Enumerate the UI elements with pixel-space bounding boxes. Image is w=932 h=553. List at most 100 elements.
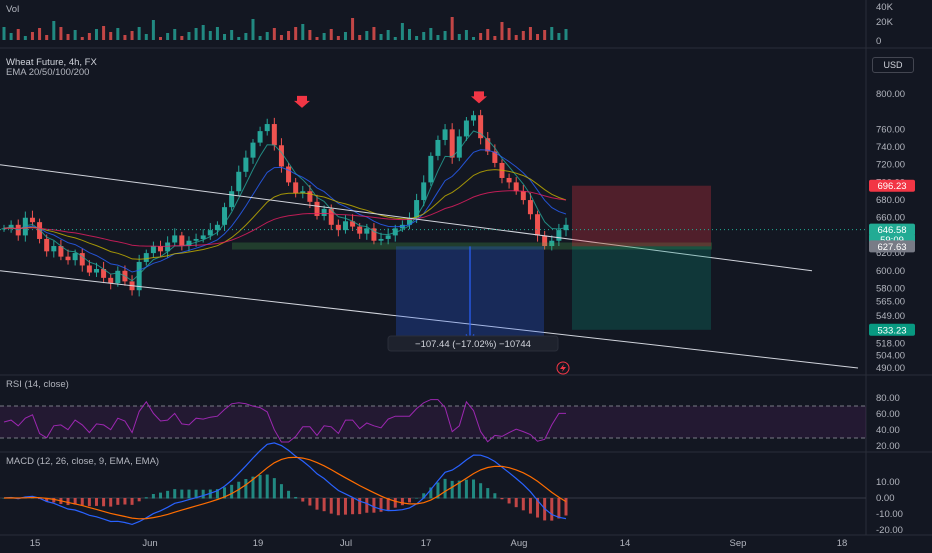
- volume-bar: [66, 34, 70, 40]
- macd-hist-bar: [94, 498, 98, 506]
- volume-bar: [415, 36, 419, 40]
- volume-bar: [52, 21, 56, 40]
- candle-body: [357, 226, 363, 234]
- volume-bar: [23, 36, 27, 40]
- measure-label: −107.44 (−17.02%) −10744: [415, 339, 531, 350]
- candle-body: [200, 235, 206, 239]
- volume-bar: [123, 35, 127, 40]
- macd-hist-bar: [230, 484, 234, 499]
- rsi-tick: 60.00: [876, 409, 900, 420]
- time-axis-label: 18: [837, 538, 848, 549]
- volume-bar: [486, 29, 490, 40]
- time-axis-label: Aug: [511, 538, 528, 549]
- volume-bar: [38, 28, 42, 40]
- price-tick: 580.00: [876, 283, 905, 294]
- candle-body: [435, 139, 441, 156]
- candle-body: [229, 191, 235, 208]
- volume-bar: [507, 28, 511, 40]
- currency-selector[interactable]: USD: [872, 57, 914, 73]
- volume-bar: [393, 37, 397, 40]
- candle-body: [44, 238, 50, 252]
- volume-bar: [166, 33, 170, 40]
- volume-bar: [159, 37, 163, 40]
- macd-hist-bar: [301, 498, 305, 502]
- macd-tick: -20.00: [876, 525, 903, 536]
- volume-bar: [208, 31, 212, 40]
- volume-bar: [187, 32, 191, 40]
- volume-label: Vol: [6, 4, 20, 15]
- volume-bar: [550, 27, 554, 40]
- volume-bar: [244, 33, 248, 40]
- candle-body: [214, 224, 220, 231]
- candle-body: [321, 208, 327, 216]
- volume-bar: [386, 30, 390, 40]
- rsi-tick: 80.00: [876, 393, 900, 404]
- volume-bar: [237, 37, 241, 40]
- volume-bar: [144, 34, 148, 40]
- candle-body: [86, 265, 92, 273]
- candle-body: [264, 124, 270, 132]
- volume-tick: 20K: [876, 17, 894, 28]
- volume-bar: [265, 32, 269, 40]
- macd-hist-bar: [521, 498, 525, 511]
- candle-body: [193, 238, 199, 241]
- macd-hist-bar: [472, 479, 476, 499]
- volume-bar: [2, 27, 6, 40]
- macd-hist-bar: [180, 489, 184, 499]
- volume-bar: [336, 36, 340, 40]
- price-tick: 680.00: [876, 195, 905, 206]
- volume-bar: [30, 32, 34, 40]
- volume-bar: [130, 31, 134, 40]
- price-tick: 504.00: [876, 351, 905, 362]
- candle-body: [449, 129, 455, 158]
- take-profit-zone: [572, 246, 711, 330]
- volume-bar: [564, 29, 568, 40]
- macd-hist-bar: [130, 498, 134, 505]
- macd-hist-bar: [322, 498, 326, 512]
- price-badge-label: 696.23: [877, 181, 906, 192]
- candle-body: [463, 120, 469, 137]
- candle-body: [286, 166, 292, 183]
- time-axis-label: 14: [620, 538, 631, 549]
- candle-body: [243, 157, 249, 172]
- candle-body: [535, 214, 541, 236]
- volume-bar: [450, 17, 454, 40]
- volume-bar: [343, 32, 347, 40]
- volume-bar: [194, 28, 198, 40]
- rsi-band: [0, 406, 866, 438]
- macd-tick: -10.00: [876, 509, 903, 520]
- macd-hist-bar: [201, 489, 205, 499]
- volume-bar: [322, 33, 326, 40]
- candle-body: [385, 235, 391, 239]
- macd-hist-bar: [407, 498, 411, 503]
- volume-bar: [45, 35, 49, 40]
- candle-body: [307, 191, 313, 202]
- volume-bar: [9, 33, 13, 40]
- macd-hist-bar: [557, 498, 561, 519]
- price-tick: 800.00: [876, 89, 905, 100]
- macd-hist-bar: [116, 498, 120, 505]
- macd-hist-bar: [287, 490, 291, 499]
- volume-bar: [536, 34, 540, 40]
- trading-chart[interactable]: −107.44 (−17.02%) −10744 800.00 760.00 740.…: [0, 0, 932, 550]
- candle-body: [29, 217, 35, 223]
- macd-hist-bar: [351, 498, 355, 515]
- candle-body: [37, 222, 43, 239]
- volume-bar: [215, 27, 219, 40]
- candle-body: [257, 131, 263, 143]
- macd-label[interactable]: MACD (12, 26, close, 9, EMA, EMA): [6, 456, 159, 467]
- chart-canvas[interactable]: −107.44 (−17.02%) −10744 800.00 760.00 740.…: [0, 0, 932, 550]
- volume-bar: [308, 30, 312, 40]
- volume-bar: [137, 27, 141, 40]
- volume-bar: [87, 33, 91, 40]
- volume-bar: [73, 30, 77, 40]
- macd-hist-bar: [507, 498, 511, 504]
- volume-bar: [102, 26, 106, 40]
- volume-tick: 0: [876, 36, 881, 47]
- rsi-label[interactable]: RSI (14, close): [6, 379, 69, 390]
- volume-bar: [429, 28, 433, 40]
- ema-line: [3, 190, 567, 247]
- candle-body: [520, 191, 526, 201]
- ema-indicator-label[interactable]: EMA 20/50/100/200: [6, 67, 89, 78]
- volume-bar: [59, 27, 63, 40]
